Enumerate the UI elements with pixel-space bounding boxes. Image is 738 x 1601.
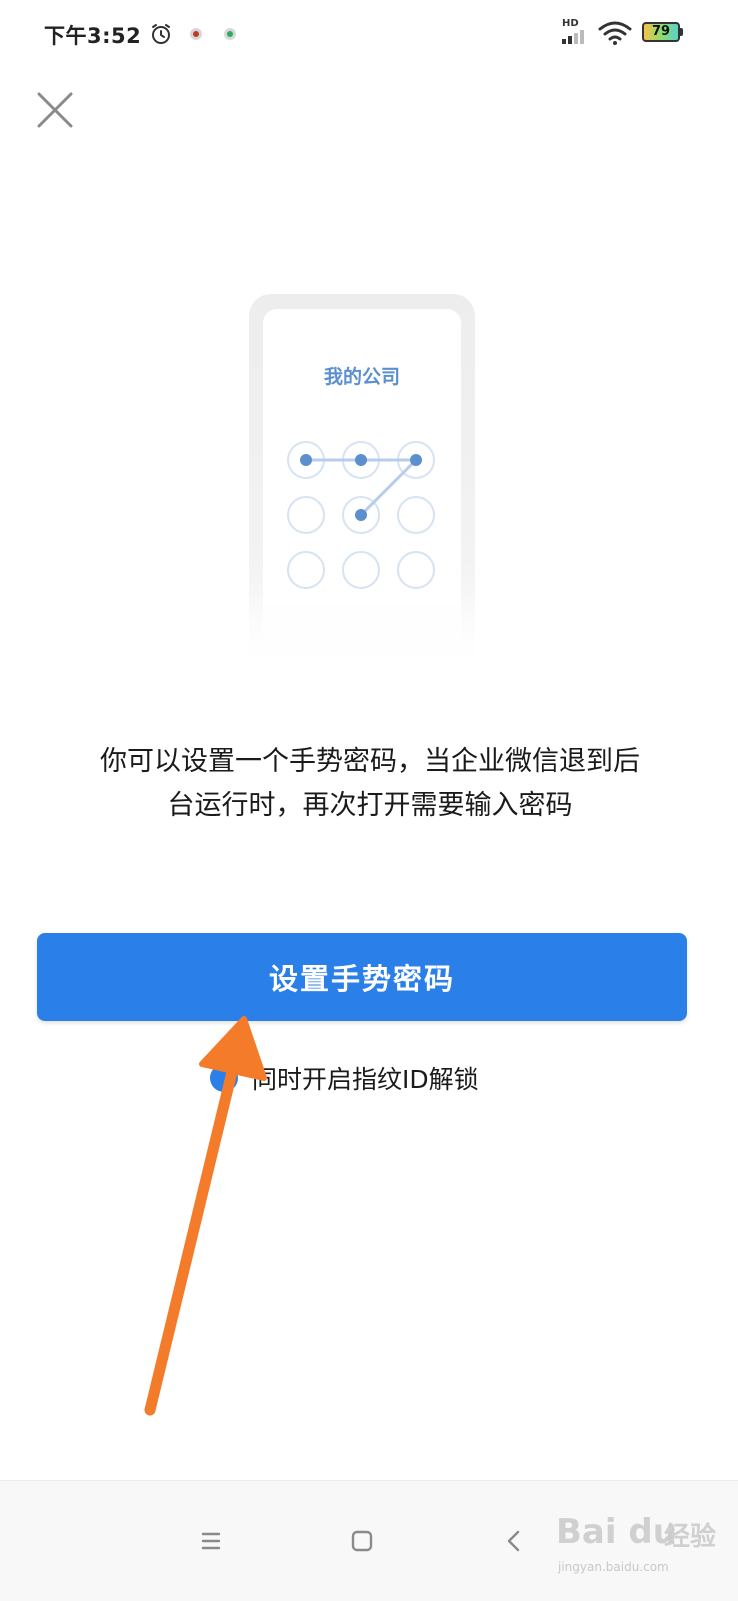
battery-cap [680, 28, 683, 36]
navigation-bar [0, 1480, 738, 1601]
fingerprint-label: 同时开启指纹ID解锁 [252, 1065, 479, 1094]
status-time: 下午3:52 [44, 24, 142, 48]
illustration-fade [249, 594, 475, 674]
gesture-pattern-grid [287, 441, 435, 589]
pattern-dot-8 [342, 551, 380, 589]
battery-level: 79 [651, 24, 671, 39]
pattern-dot-6 [397, 496, 435, 534]
close-button[interactable] [30, 86, 80, 136]
description-text: 你可以设置一个手势密码，当企业微信退到后 台运行时，再次打开需要输入密码 [40, 740, 700, 828]
pattern-dot-4 [287, 496, 325, 534]
home-button[interactable] [332, 1511, 392, 1571]
menu-icon [201, 1532, 221, 1550]
notification-app-icon [190, 28, 202, 40]
pattern-dot-9 [397, 551, 435, 589]
company-name: 我的公司 [323, 366, 400, 388]
chevron-left-icon [507, 1530, 520, 1552]
cell-signal-icon [562, 30, 584, 44]
fingerprint-checkbox[interactable] [210, 1064, 238, 1092]
pattern-dot-7 [287, 551, 325, 589]
description-line-2: 台运行时，再次打开需要输入密码 [167, 790, 573, 821]
home-square-icon [351, 1530, 373, 1552]
set-gesture-password-button[interactable]: 设置手势密码 [37, 933, 687, 1021]
recent-apps-button[interactable] [181, 1511, 241, 1571]
gesture-illustration: 我的公司 [249, 294, 475, 674]
description-line-1: 你可以设置一个手势密码，当企业微信退到后 [100, 746, 640, 777]
alarm-icon [152, 24, 170, 44]
status-bar: 下午3:52 HD 79 [0, 0, 738, 68]
wifi-icon [598, 21, 632, 45]
close-icon [37, 92, 73, 128]
notification-app-icon-2 [224, 28, 236, 40]
fingerprint-unlock-option[interactable]: 同时开启指纹ID解锁 [210, 1058, 479, 1098]
back-button[interactable] [484, 1511, 544, 1571]
